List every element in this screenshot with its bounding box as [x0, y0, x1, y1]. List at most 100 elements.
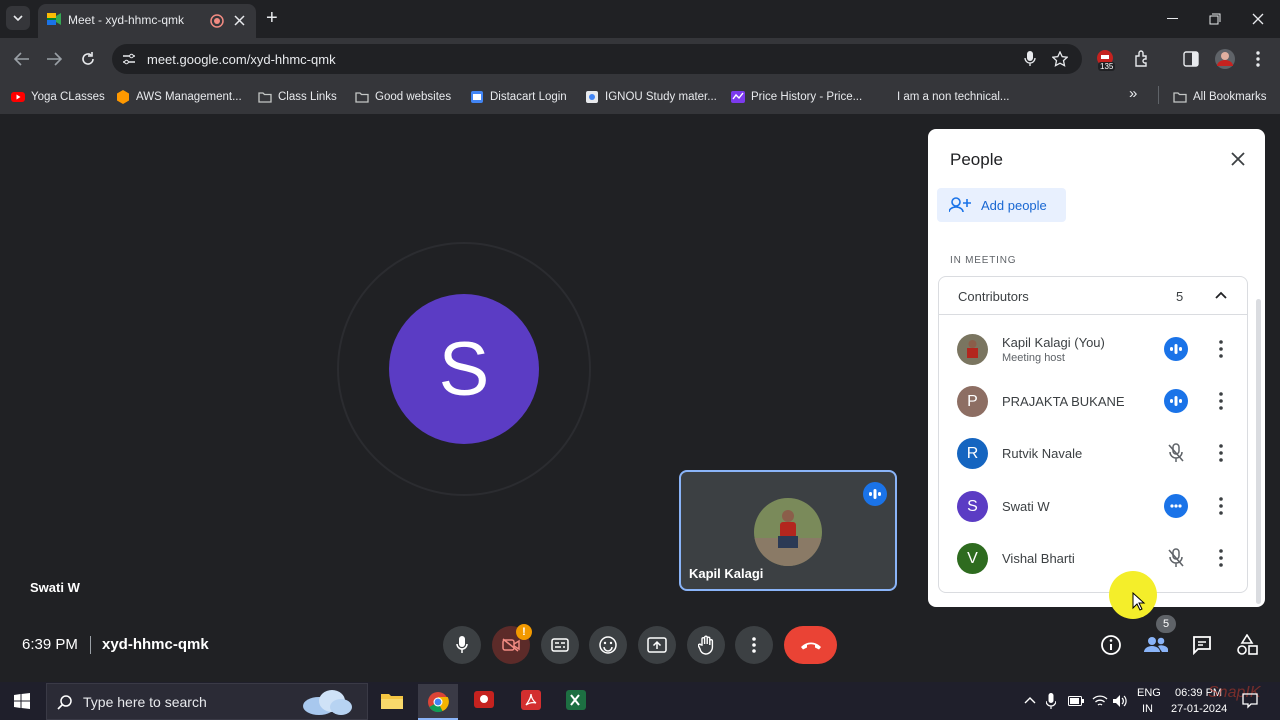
- self-audio-indicator: [863, 482, 887, 506]
- bookmark-aws-management[interactable]: AWS Management...: [116, 87, 242, 107]
- reactions-button[interactable]: [589, 626, 627, 664]
- taskbar-file-explorer[interactable]: [380, 686, 406, 716]
- more-options-icon[interactable]: [1217, 549, 1225, 567]
- taskbar-search-box[interactable]: Type here to search: [46, 683, 368, 720]
- participant-name: Swati W: [1002, 499, 1050, 514]
- new-tab-button[interactable]: +: [266, 7, 278, 30]
- participant-name: Vishal Bharti: [1002, 551, 1075, 566]
- participant-avatar: V: [957, 543, 988, 574]
- bookmark-non-technical[interactable]: I am a non technical...: [897, 87, 1010, 107]
- mic-off-icon: [1168, 443, 1184, 462]
- battery-icon[interactable]: [1068, 695, 1084, 707]
- raise-hand-button[interactable]: [687, 626, 725, 664]
- windows-start-icon[interactable]: [14, 693, 30, 709]
- emoji-icon: [599, 636, 617, 654]
- taskbar-recorder-app[interactable]: [472, 688, 498, 714]
- bookmark-class-links[interactable]: Class Links: [258, 87, 337, 107]
- participant-row[interactable]: P PRAJAKTA BUKANE: [938, 375, 1246, 427]
- self-video-tile[interactable]: Kapil Kalagi: [679, 470, 897, 591]
- volume-icon[interactable]: [1112, 694, 1128, 708]
- main-participant-avatar: S: [389, 294, 539, 444]
- reload-icon[interactable]: [80, 51, 96, 67]
- participant-name: Kapil Kalagi (You): [1002, 335, 1105, 350]
- panel-title: People: [950, 150, 1003, 169]
- chevron-up-icon: [1215, 291, 1227, 299]
- add-people-button[interactable]: Add people: [937, 188, 1066, 222]
- participant-avatar: R: [957, 438, 988, 469]
- bookmark-label: AWS Management...: [136, 91, 242, 103]
- participant-avatar: S: [957, 491, 988, 522]
- folder-icon: [258, 92, 272, 103]
- bookmark-good-websites[interactable]: Good websites: [355, 87, 451, 107]
- back-arrow-icon[interactable]: [14, 52, 30, 66]
- bookmark-distacart-login[interactable]: Distacart Login: [470, 87, 567, 107]
- all-bookmarks-button[interactable]: All Bookmarks: [1173, 87, 1267, 107]
- participant-row[interactable]: Kapil Kalagi (You) Meeting host: [938, 323, 1246, 375]
- tab-strip: Meet - xyd-hhmc-qmk +: [0, 0, 1280, 38]
- wifi-icon[interactable]: [1092, 694, 1108, 708]
- price-history-icon: [731, 91, 745, 103]
- extensions-puzzle-icon[interactable]: [1133, 50, 1151, 68]
- close-window-icon[interactable]: [1252, 13, 1264, 25]
- restore-window-icon[interactable]: [1209, 13, 1221, 25]
- participant-row[interactable]: S Swati W: [938, 480, 1246, 532]
- microphone-toggle-button[interactable]: [443, 626, 481, 664]
- bookmark-yoga-classes[interactable]: Yoga CLasses: [11, 87, 105, 107]
- notifications-icon[interactable]: [1242, 693, 1258, 709]
- microphone-icon[interactable]: [1024, 51, 1036, 67]
- present-screen-button[interactable]: [638, 626, 676, 664]
- browser-tab-meet[interactable]: Meet - xyd-hhmc-qmk: [38, 4, 256, 38]
- bookmark-ignou-study[interactable]: IGNOU Study mater...: [585, 87, 717, 107]
- bookmark-label: Price History - Price...: [751, 91, 863, 103]
- site-icon: [586, 91, 598, 103]
- contributors-header[interactable]: Contributors 5: [939, 277, 1247, 315]
- activities-icon[interactable]: [1236, 634, 1258, 656]
- recording-indicator-icon: [210, 14, 224, 28]
- people-button[interactable]: [1142, 630, 1172, 660]
- browser-menu-icon[interactable]: [1256, 51, 1260, 67]
- tab-close-icon[interactable]: [234, 15, 245, 26]
- speaking-indicator: [1164, 389, 1188, 413]
- url-text: meet.google.com/xyd-hhmc-qmk: [147, 52, 336, 67]
- leave-call-button[interactable]: [784, 626, 837, 664]
- meeting-details-icon[interactable]: [1100, 634, 1122, 656]
- participant-row[interactable]: R Rutvik Navale: [938, 427, 1246, 479]
- taskbar-excel[interactable]: [564, 688, 590, 714]
- more-options-icon[interactable]: [1217, 497, 1225, 515]
- bookmark-star-icon[interactable]: [1052, 51, 1068, 67]
- participant-photo-avatar: [957, 334, 988, 365]
- profile-avatar-icon[interactable]: [1214, 48, 1236, 70]
- captions-button[interactable]: [541, 626, 579, 664]
- screen-recorder-icon: [474, 691, 494, 708]
- taskbar-acrobat[interactable]: [519, 688, 545, 714]
- side-panel-icon[interactable]: [1183, 51, 1199, 67]
- present-screen-icon: [647, 637, 667, 653]
- mouse-pointer-icon: [1132, 592, 1146, 611]
- language-top[interactable]: ENG: [1137, 687, 1161, 699]
- more-options-icon[interactable]: [1217, 444, 1225, 462]
- participant-row[interactable]: V Vishal Bharti: [938, 532, 1246, 584]
- camera-toggle-button[interactable]: !: [492, 624, 532, 664]
- site-settings-icon[interactable]: [122, 52, 136, 66]
- bookmark-price-history[interactable]: Price History - Price...: [731, 87, 862, 107]
- bookmarks-overflow-button[interactable]: »: [1129, 85, 1137, 102]
- bookmark-label: IGNOU Study mater...: [605, 91, 717, 103]
- clock-date[interactable]: 27-01-2024: [1171, 703, 1227, 715]
- tray-microphone-icon[interactable]: [1046, 693, 1056, 709]
- tab-search-button[interactable]: [6, 6, 30, 30]
- more-options-button[interactable]: [735, 626, 773, 664]
- taskbar-chrome[interactable]: [418, 684, 458, 720]
- language-bottom[interactable]: IN: [1142, 703, 1153, 715]
- panel-scrollbar[interactable]: [1256, 299, 1261, 604]
- more-options-icon[interactable]: [1217, 392, 1225, 410]
- extension-button[interactable]: 135: [1096, 49, 1118, 75]
- more-options-icon[interactable]: [1217, 340, 1225, 358]
- close-panel-icon[interactable]: [1231, 152, 1245, 166]
- participant-name: PRAJAKTA BUKANE: [1002, 394, 1125, 409]
- tray-expand-icon[interactable]: [1024, 696, 1036, 704]
- forward-arrow-icon[interactable]: [46, 52, 62, 66]
- participant-role: Meeting host: [1002, 352, 1065, 364]
- group-count: 5: [1176, 289, 1184, 304]
- minimize-button[interactable]: [1167, 18, 1178, 19]
- chat-icon[interactable]: [1192, 635, 1212, 655]
